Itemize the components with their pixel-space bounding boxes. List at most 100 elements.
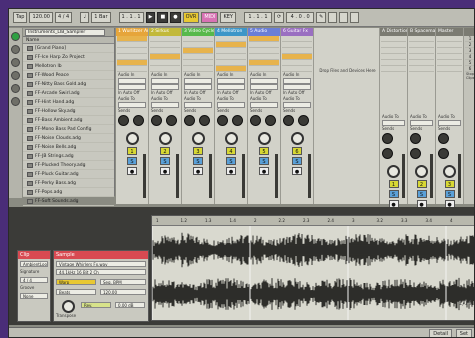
pan-knob[interactable]	[125, 132, 139, 145]
send-a-knob[interactable]	[382, 133, 393, 144]
detail-view-toggle[interactable]: Detail	[429, 329, 452, 337]
clip-name-field[interactable]: AmbientLoop	[20, 261, 48, 267]
track-activator-button[interactable]: 2	[416, 180, 427, 188]
pan-knob[interactable]	[387, 165, 400, 178]
track-activator-button[interactable]: 2	[160, 147, 170, 155]
send-a-knob[interactable]	[118, 115, 129, 126]
browser-item[interactable]: [Grand Piano]	[23, 44, 114, 53]
solo-button[interactable]: S	[226, 157, 236, 165]
send-a-knob[interactable]	[438, 133, 449, 144]
browser-item[interactable]: FF-JB Strings.adg	[23, 152, 114, 161]
draw-mode-icon[interactable]: ✎	[316, 12, 327, 23]
track-activator-button[interactable]: 3	[193, 147, 203, 155]
send-b-knob[interactable]	[410, 148, 421, 159]
send-a-knob[interactable]	[410, 133, 421, 144]
sample-waveform-editor[interactable]: 1 1.2 1.3 1.4 2 2.2 2.3 2.4 3 3.2 3.3 3.4 4 1/16	[151, 215, 475, 321]
browser-item[interactable]: FF-Plucked Theory.adg	[23, 161, 114, 170]
set-view-toggle[interactable]: Set	[455, 329, 472, 337]
solo-button[interactable]: S	[259, 157, 269, 165]
track-activator-button[interactable]: 4	[226, 147, 236, 155]
seg-bpm-field[interactable]: 120.00	[100, 289, 146, 295]
send-a-knob[interactable]	[217, 115, 228, 126]
pan-knob[interactable]	[191, 132, 205, 145]
send-b-knob[interactable]	[133, 115, 144, 126]
midi-map-button[interactable]: MIDI	[201, 12, 219, 23]
loop-length-field[interactable]: 4 . 0 . 0	[286, 12, 315, 23]
pan-knob[interactable]	[158, 132, 172, 145]
arm-button[interactable]: ●	[193, 167, 203, 175]
play-icon[interactable]: ▶	[145, 12, 156, 23]
solo-button[interactable]: S	[160, 157, 170, 165]
send-b-knob[interactable]	[298, 115, 309, 126]
time-signature-field[interactable]: 4 / 4	[54, 12, 73, 23]
send-a-knob[interactable]	[250, 115, 261, 126]
key-map-button[interactable]: KEY	[220, 12, 236, 23]
record-icon[interactable]: ●	[170, 12, 181, 23]
browser-item[interactable]: FF-Pops.adg	[23, 188, 114, 197]
browser-item[interactable]: FF-Arcade Swirl.adg	[23, 89, 114, 98]
pan-knob[interactable]	[415, 165, 428, 178]
browser-item[interactable]: FF-Hollow Sky.adg	[23, 107, 114, 116]
track-title[interactable]: Master	[436, 28, 463, 36]
metronome-icon[interactable]: ♩	[80, 12, 90, 23]
track-activator-button[interactable]: 3	[444, 180, 455, 188]
send-b-knob[interactable]	[382, 148, 393, 159]
stop-all-clips-button[interactable]: Stop Clips	[464, 72, 474, 80]
hot-swap-icon[interactable]	[11, 97, 20, 106]
browser-item[interactable]: FF-Nitty Bass Gold.adg	[23, 80, 114, 89]
browser-item[interactable]: FF-Perky Bass.adg	[23, 179, 114, 188]
signature-field[interactable]: 4 / 4	[20, 277, 48, 283]
pan-knob[interactable]	[443, 165, 456, 178]
solo-button[interactable]: S	[444, 190, 455, 198]
solo-button[interactable]: S	[292, 157, 302, 165]
file-browser-3-icon[interactable]	[11, 84, 20, 93]
loop-toggle-icon[interactable]: ⟳	[273, 12, 285, 23]
send-b-knob[interactable]	[265, 115, 276, 126]
browser-item[interactable]: FF-Wood Peace	[23, 71, 114, 80]
browser-item[interactable]: FF-Mono Bass Pad Config	[23, 125, 114, 134]
browser-item[interactable]: Mellotron lb	[23, 62, 114, 71]
groove-field[interactable]: None	[20, 293, 48, 299]
send-b-knob[interactable]	[438, 148, 449, 159]
live-devices-icon[interactable]	[11, 32, 20, 41]
track-activator-button[interactable]: 1	[388, 180, 399, 188]
gain-field[interactable]: 0.00 dB	[115, 302, 145, 308]
browser-item[interactable]: FF-Hint Hand.adg	[23, 98, 114, 107]
browser-item[interactable]: FF-Ice Harp Zo Project	[23, 53, 114, 62]
arm-button[interactable]: ●	[259, 167, 269, 175]
sample-file-field[interactable]: Vintage Whirlers Fx.wav	[56, 261, 146, 267]
pan-knob[interactable]	[290, 132, 304, 145]
browser-item[interactable]: FF-Bass Ambient.adg	[23, 116, 114, 125]
solo-button[interactable]: S	[193, 157, 203, 165]
warp-button[interactable]: Warp	[56, 279, 96, 285]
send-b-knob[interactable]	[166, 115, 177, 126]
track-title[interactable]: 5 Audio	[248, 28, 280, 36]
solo-button[interactable]: S	[416, 190, 427, 198]
stop-icon[interactable]: ■	[157, 12, 169, 23]
song-position-field[interactable]: 1 . 1 . 1	[118, 12, 144, 23]
track-title[interactable]: 3 Video Cycle	[182, 28, 214, 36]
transpose-knob[interactable]	[62, 300, 75, 313]
warp-mode-select[interactable]: Beats	[56, 289, 96, 295]
send-b-knob[interactable]	[199, 115, 210, 126]
waveform-display[interactable]	[151, 226, 475, 320]
track-title[interactable]: B Spacemaker	[408, 28, 435, 36]
drop-zone[interactable]: Drop Files and Devices Here	[314, 28, 380, 204]
tempo-field[interactable]: 120.00	[29, 12, 53, 23]
loop-start-field[interactable]: 1 . 1 . 1	[243, 12, 272, 23]
browser-path-field[interactable]: Instruments_LIB_Sampler	[25, 28, 105, 36]
track-activator-button[interactable]: 5	[259, 147, 269, 155]
arm-button[interactable]: ●	[127, 167, 137, 175]
track-title[interactable]: 2 Sirkus	[149, 28, 181, 36]
overdub-button[interactable]: OVR	[182, 12, 200, 23]
arm-button[interactable]: ●	[292, 167, 302, 175]
beat-ruler[interactable]: 1 1.2 1.3 1.4 2 2.2 2.3 2.4 3 3.2 3.3 3.4 4	[152, 216, 474, 226]
send-a-knob[interactable]	[151, 115, 162, 126]
pan-knob[interactable]	[257, 132, 271, 145]
solo-button[interactable]: S	[388, 190, 399, 198]
file-browser-1-icon[interactable]	[11, 58, 20, 67]
plugins-icon[interactable]	[11, 45, 20, 54]
track-title[interactable]: 6 Guitar Fx	[281, 28, 313, 36]
browser-item[interactable]: FF-Noise Clouds.adg	[23, 134, 114, 143]
browser-item[interactable]: FF-Noise Bells.adg	[23, 143, 114, 152]
